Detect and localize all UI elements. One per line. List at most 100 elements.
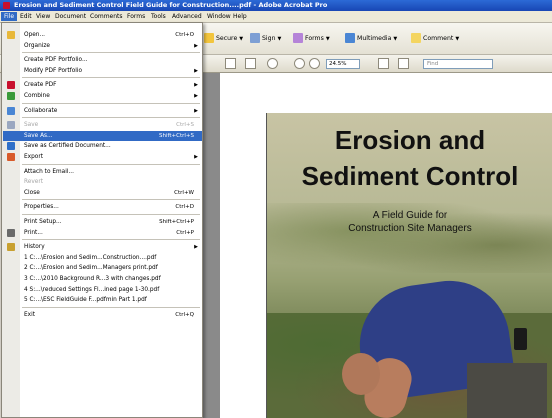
file-menu: Open... Ctrl+O Organize ▶ Create PDF Portfol…: [1, 22, 203, 418]
menu-separator: [22, 306, 200, 308]
menu-separator: [22, 163, 200, 165]
menu-item-5-c-esc-fieldguide-f-pdfmin-pa[interactable]: 5 C:...\ESC FieldGuide F...pdfmin Part 1…: [3, 295, 202, 305]
collaborate-icon: [7, 106, 15, 115]
menu-tools[interactable]: Tools: [148, 12, 169, 21]
menu-item-revert[interactable]: Revert: [3, 177, 202, 187]
menu-item-shortcut: Shift+Ctrl+P: [159, 219, 194, 225]
menu-item-organize[interactable]: Organize ▶: [3, 41, 202, 51]
zoom-out-icon[interactable]: [294, 58, 305, 69]
hand-tool-icon[interactable]: [267, 58, 278, 69]
phone-icon: [514, 328, 527, 350]
menu-item-label: Combine: [24, 93, 50, 99]
submenu-arrow-icon: ▶: [194, 82, 198, 89]
menu-separator: [22, 52, 200, 54]
menu-item-properties[interactable]: Properties... Ctrl+D: [3, 202, 202, 212]
menu-item-attach-to-email[interactable]: Attach to Email...: [3, 167, 202, 177]
menu-item-label: 1 C:...\Erosion and Sedim...Construction…: [24, 254, 157, 261]
menu-item-collaborate[interactable]: Collaborate ▶: [3, 106, 202, 116]
film-icon: [345, 33, 355, 43]
menu-edit[interactable]: Edit: [17, 12, 35, 21]
menu-item-label: 3 C:...\2010 Background R...3 with chang…: [24, 276, 161, 282]
menu-forms[interactable]: Forms: [124, 12, 148, 21]
cover-subtitle-line2: Construction Site Managers: [348, 223, 472, 234]
fit-width-icon[interactable]: [398, 58, 409, 69]
multimedia-button[interactable]: Multimedia ▼: [345, 33, 397, 45]
menu-separator: [22, 214, 200, 215]
zoom-level-field[interactable]: 24.5%: [326, 59, 360, 69]
menu-item-modify-pdf-portfolio[interactable]: Modify PDF Portfolio ▶: [3, 66, 202, 76]
create-pdf-icon: [7, 81, 15, 90]
menu-item-shortcut: Shift+Ctrl+S: [159, 132, 194, 139]
menu-separator: [22, 239, 200, 241]
secure-button[interactable]: Secure ▼: [204, 33, 243, 45]
menu-item-label: 4 S:...\reduced Settings Fl...ined page …: [24, 286, 160, 293]
menu-item-label: Save as Certified Document...: [24, 143, 111, 150]
combine-icon: [7, 92, 15, 100]
title-bar: Erosion and Sediment Control Field Guide…: [0, 0, 552, 11]
menu-item-exit[interactable]: Exit Ctrl+Q: [3, 310, 202, 320]
menu-item-1-c-erosion-and-sedim-construc[interactable]: 1 C:...\Erosion and Sedim...Construction…: [3, 253, 202, 263]
sign-button[interactable]: Sign ▼: [250, 33, 281, 45]
menu-item-label: Properties...: [24, 204, 59, 211]
form-icon: [293, 33, 303, 43]
menu-help[interactable]: Help: [230, 12, 250, 21]
menu-item-open[interactable]: Open... Ctrl+O: [3, 30, 202, 40]
find-input[interactable]: Find: [423, 59, 493, 69]
menu-item-save-as[interactable]: Save As... Shift+Ctrl+S: [3, 130, 202, 141]
cover-title-line1: Erosion and: [334, 125, 486, 155]
menu-item-shortcut: Ctrl+S: [176, 122, 194, 129]
speech-bubble-icon: [411, 33, 421, 43]
menu-item-label: Save: [24, 122, 39, 129]
menu-view[interactable]: View: [33, 12, 53, 21]
zoom-in-icon[interactable]: [309, 58, 320, 69]
acrobat-app-icon: [3, 2, 10, 9]
submenu-arrow-icon: ▶: [194, 93, 198, 99]
submenu-arrow-icon: ▶: [194, 67, 198, 74]
cover-subtitle-line1: A Field Guide for: [372, 210, 448, 221]
menu-item-label: Close: [24, 189, 40, 196]
lock-icon: [204, 33, 214, 43]
menu-document[interactable]: Document: [52, 12, 89, 21]
submenu-arrow-icon: ▶: [194, 244, 198, 251]
menu-item-label: Create PDF: [24, 82, 57, 89]
forms-button[interactable]: Forms ▼: [293, 33, 330, 45]
menu-advanced[interactable]: Advanced: [169, 12, 205, 21]
menu-separator: [22, 102, 200, 104]
menu-item-4-s-reduced-settings-fl-ined-p[interactable]: 4 S:...\reduced Settings Fl...ined page …: [3, 285, 202, 295]
menu-item-close[interactable]: Close Ctrl+W: [3, 188, 202, 198]
menu-item-combine[interactable]: Combine ▶: [3, 91, 202, 101]
menu-item-save[interactable]: Save Ctrl+S: [3, 120, 202, 130]
marquee-zoom-icon[interactable]: [245, 58, 256, 69]
menu-item-label: Collaborate: [24, 107, 58, 114]
fit-page-icon[interactable]: [378, 58, 389, 69]
menu-item-label: Create PDF Portfolio...: [24, 57, 88, 64]
menu-separator: [22, 77, 200, 79]
menu-item-print-setup[interactable]: Print Setup... Shift+Ctrl+P: [3, 217, 202, 227]
menu-file[interactable]: File: [1, 12, 18, 21]
menu-item-label: Attach to Email...: [24, 168, 74, 175]
comment-button[interactable]: Comment ▼: [411, 33, 459, 45]
certified-icon: [7, 142, 15, 151]
cover-image: Erosion and Sediment Control A Field Gui…: [266, 113, 552, 418]
menu-item-label: Print...: [24, 229, 43, 236]
menu-item-history[interactable]: History ▶: [3, 242, 202, 252]
submenu-arrow-icon: ▶: [194, 154, 198, 160]
menu-item-label: 2 C:...\Erosion and Sedim...Managers pri…: [24, 265, 158, 272]
menu-item-2-c-erosion-and-sedim-managers[interactable]: 2 C:...\Erosion and Sedim...Managers pri…: [3, 263, 202, 273]
print-icon: [7, 228, 15, 237]
select-tool-icon[interactable]: [225, 58, 236, 69]
menu-item-label: Modify PDF Portfolio: [24, 67, 83, 74]
menu-item-shortcut: Ctrl+W: [174, 189, 194, 196]
menu-item-save-as-certified-document[interactable]: Save as Certified Document...: [3, 141, 202, 151]
menu-item-create-pdf[interactable]: Create PDF ▶: [3, 80, 202, 90]
menu-item-print[interactable]: Print... Ctrl+P: [3, 228, 202, 238]
menu-item-export[interactable]: Export ▶: [3, 152, 202, 162]
menu-item-label: Print Setup...: [24, 219, 62, 225]
menu-item-3-c-2010-background-r-3-with-c[interactable]: 3 C:...\2010 Background R...3 with chang…: [3, 274, 202, 284]
open-folder-icon: [7, 31, 15, 39]
save-icon: [7, 121, 15, 130]
menu-separator: [22, 117, 200, 119]
menu-item-create-pdf-portfolio[interactable]: Create PDF Portfolio...: [3, 55, 202, 65]
menu-separator: [22, 199, 200, 201]
menu-comments[interactable]: Comments: [87, 12, 126, 21]
